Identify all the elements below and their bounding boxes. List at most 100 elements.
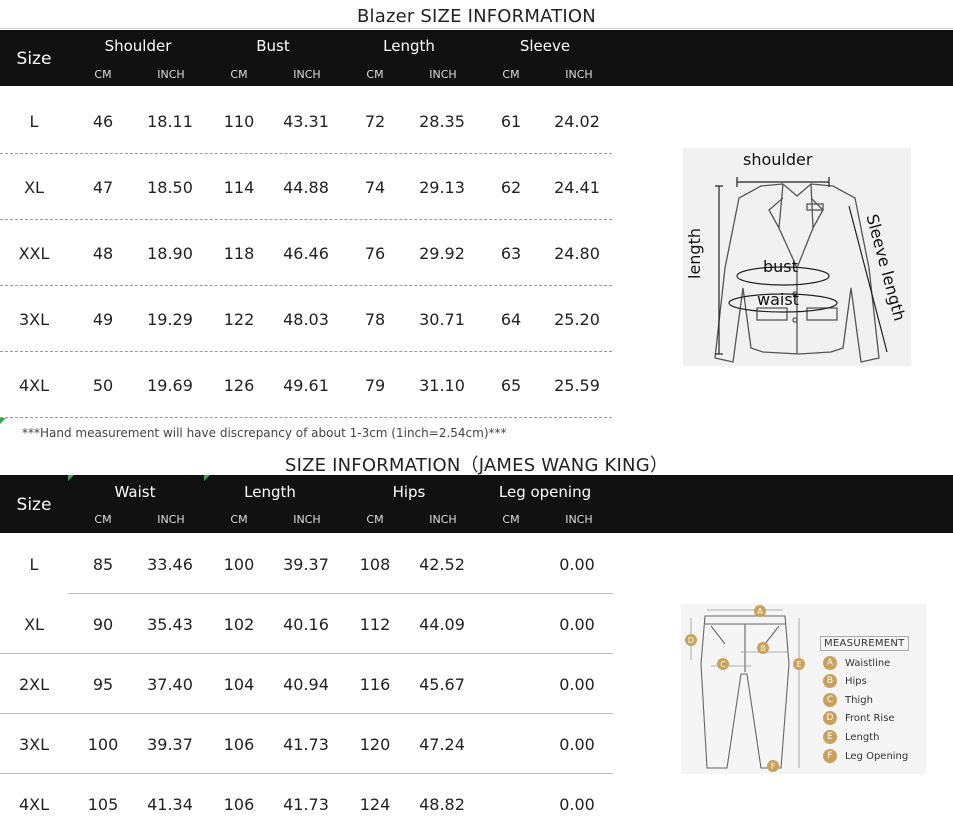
table-row: 2XL 95 37.40 104 40.94 116 45.67 0.00 <box>0 654 612 714</box>
value-cell: 31.10 <box>419 376 465 395</box>
value-cell: 47 <box>92 178 114 197</box>
value-cell: 45.67 <box>419 675 465 694</box>
corner-mark <box>204 475 210 481</box>
value-cell: 110 <box>223 112 255 131</box>
value-cell: 0.00 <box>559 675 595 694</box>
legend-label: Hips <box>845 676 867 687</box>
title-divider <box>0 28 953 29</box>
value-cell: 95 <box>92 675 114 694</box>
unit-inch: INCH <box>293 513 321 526</box>
diagram-label-waist: waist <box>757 290 799 309</box>
unit-cm: CM <box>502 68 520 81</box>
measurement-title: MEASUREMENT <box>820 636 909 651</box>
value-cell: 112 <box>359 615 391 634</box>
size-cell: XL <box>24 615 44 634</box>
size-cell: 3XL <box>18 735 50 754</box>
table-row: 4XL 105 41.34 106 41.73 124 48.82 0.00 <box>0 774 612 832</box>
value-cell: 24.80 <box>554 244 600 263</box>
marker-f: F <box>771 762 776 771</box>
pants-diagram: A B C D E F MEASUREMENT A Waistline B Hips… <box>681 604 926 774</box>
value-cell: 49 <box>92 310 114 329</box>
value-cell: 116 <box>359 675 391 694</box>
table-row: 3XL 49 19.29 122 48.03 78 30.71 64 25.20 <box>0 286 612 352</box>
value-cell: 25.59 <box>554 376 600 395</box>
diagram-label-length: length <box>685 228 704 279</box>
corner-mark <box>0 418 6 424</box>
value-cell: 48 <box>92 244 114 263</box>
group-header-bust: Bust <box>256 37 290 55</box>
blazer-diagram: shoulder length bust waist Sleeve length <box>683 148 911 366</box>
value-cell: 85 <box>92 555 114 574</box>
value-cell: 30.71 <box>419 310 465 329</box>
value-cell: 39.37 <box>147 735 193 754</box>
table-row: 4XL 50 19.69 126 49.61 79 31.10 65 25.59 <box>0 352 612 418</box>
value-cell: 41.73 <box>283 735 329 754</box>
marker-b: B <box>760 644 766 653</box>
legend-label: Thigh <box>845 695 873 706</box>
value-cell: 122 <box>223 310 255 329</box>
legend-item-hips: B Hips <box>823 674 867 688</box>
value-cell: 29.13 <box>419 178 465 197</box>
legend-label: Front Rise <box>845 713 895 724</box>
legend-marker-b: B <box>823 674 837 688</box>
legend-marker-a: A <box>823 656 837 670</box>
value-cell: 105 <box>87 795 119 814</box>
legend-marker-c: C <box>823 693 837 707</box>
value-cell: 44.88 <box>283 178 329 197</box>
marker-c: C <box>720 660 726 669</box>
legend-label: Waistline <box>845 658 891 669</box>
unit-inch: INCH <box>429 513 457 526</box>
diagram-label-shoulder: shoulder <box>743 150 813 169</box>
marker-e: E <box>796 660 801 669</box>
value-cell: 64 <box>500 310 522 329</box>
value-cell: 76 <box>364 244 386 263</box>
value-cell: 35.43 <box>147 615 193 634</box>
measurement-note: ***Hand measurement will have discrepanc… <box>22 426 507 440</box>
value-cell: 72 <box>364 112 386 131</box>
value-cell: 46.46 <box>283 244 329 263</box>
legend-item-waistline: A Waistline <box>823 656 890 670</box>
value-cell: 0.00 <box>559 735 595 754</box>
value-cell: 124 <box>359 795 391 814</box>
size-cell: 3XL <box>18 310 50 329</box>
value-cell: 0.00 <box>559 795 595 814</box>
value-cell: 108 <box>359 555 391 574</box>
value-cell: 114 <box>223 178 255 197</box>
diagram-label-bust: bust <box>763 257 798 276</box>
value-cell: 19.29 <box>147 310 193 329</box>
unit-inch: INCH <box>293 68 321 81</box>
size-cell: L <box>29 112 39 131</box>
group-header-length: Length <box>244 483 296 501</box>
pants-header: Size Waist Length Hips Leg opening CM IN… <box>0 475 953 533</box>
value-cell: 40.94 <box>283 675 329 694</box>
blazer-title: Blazer SIZE INFORMATION <box>357 6 596 27</box>
table-row: 3XL 100 39.37 106 41.73 120 47.24 0.00 <box>0 714 612 774</box>
value-cell: 61 <box>500 112 522 131</box>
row-separator <box>0 417 612 418</box>
pants-title: SIZE INFORMATION（JAMES WANG KING） <box>284 455 669 476</box>
value-cell: 49.61 <box>283 376 329 395</box>
legend-item-length: E Length <box>823 730 880 744</box>
value-cell: 24.41 <box>554 178 600 197</box>
size-cell: L <box>29 555 39 574</box>
value-cell: 102 <box>223 615 255 634</box>
value-cell: 41.73 <box>283 795 329 814</box>
table-row: L 46 18.11 110 43.31 72 28.35 61 24.02 <box>0 88 612 154</box>
size-header: Size <box>16 495 52 515</box>
legend-item-thigh: C Thigh <box>823 693 873 707</box>
unit-inch: INCH <box>565 68 593 81</box>
value-cell: 46 <box>92 112 114 131</box>
value-cell: 41.34 <box>147 795 193 814</box>
value-cell: 0.00 <box>559 555 595 574</box>
value-cell: 25.20 <box>554 310 600 329</box>
unit-cm: CM <box>502 513 520 526</box>
marker-a: A <box>757 607 763 616</box>
unit-cm: CM <box>230 513 248 526</box>
value-cell: 104 <box>223 675 255 694</box>
value-cell: 126 <box>223 376 255 395</box>
value-cell: 79 <box>364 376 386 395</box>
value-cell: 37.40 <box>147 675 193 694</box>
value-cell: 47.24 <box>419 735 465 754</box>
size-cell: 4XL <box>18 376 50 395</box>
value-cell: 18.11 <box>147 112 193 131</box>
